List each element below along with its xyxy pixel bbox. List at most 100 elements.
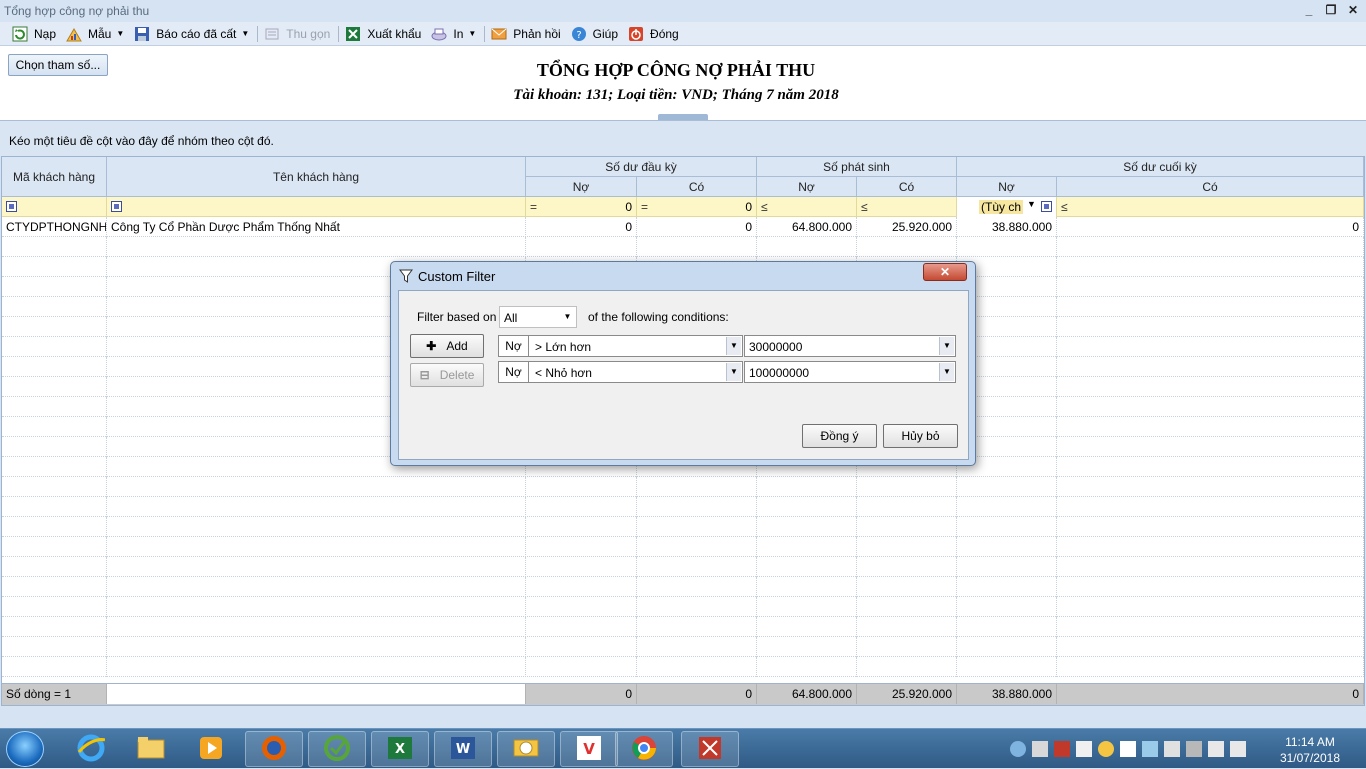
close-button[interactable]: Đóng — [628, 24, 679, 44]
empty-cell — [2, 537, 107, 557]
condition-2-operator-select[interactable]: Nợ < Nhỏ hơn ▼ — [498, 361, 743, 383]
filter-cell-movement-credit[interactable]: ≤ — [857, 197, 957, 217]
empty-cell — [1057, 577, 1364, 597]
filter-based-label: Filter based on — [417, 310, 497, 324]
taskbar-firefox[interactable] — [245, 731, 303, 767]
feedback-button[interactable]: Phản hồi — [491, 24, 561, 44]
empty-cell — [2, 277, 107, 297]
filter-cell-opening-credit[interactable]: = 0 — [637, 197, 757, 217]
minimize-icon[interactable]: _ — [1302, 3, 1316, 17]
empty-table-row — [2, 617, 1364, 637]
usb-icon[interactable] — [1186, 741, 1202, 757]
empty-cell — [107, 537, 526, 557]
table-row[interactable]: CTYDPTHONGNH Công Ty Cổ Phần Dược Phẩm T… — [2, 217, 1364, 237]
toolbar-separator — [338, 25, 340, 42]
help-button[interactable]: ? Giúp — [571, 24, 618, 44]
ok-button[interactable]: Đồng ý — [802, 424, 877, 448]
collapse-icon — [264, 26, 280, 42]
group-by-hint: Kéo một tiêu đề cột vào đây để nhóm theo… — [9, 134, 274, 148]
lock-icon[interactable] — [1032, 741, 1048, 757]
dialog-close-button[interactable]: ✕ — [923, 263, 967, 281]
taskbar-chrome[interactable] — [615, 731, 673, 767]
taskbar-app-green[interactable] — [308, 731, 366, 767]
empty-cell — [107, 497, 526, 517]
network-tray-icon[interactable] — [1142, 741, 1158, 757]
taskbar-word[interactable]: W — [434, 731, 492, 767]
col-header-closing-credit[interactable]: Có — [1057, 177, 1364, 197]
template-button[interactable]: Mẫu ▼ — [66, 24, 124, 44]
cloud-upload-icon[interactable] — [1010, 741, 1026, 757]
chat-tray-icon[interactable] — [1098, 741, 1114, 757]
taskbar-excel[interactable]: X — [371, 731, 429, 767]
filter-cell-name[interactable] — [107, 197, 526, 217]
vnc-tray-icon[interactable] — [1120, 741, 1136, 757]
empty-cell — [2, 557, 107, 577]
taskbar-explorer[interactable] — [122, 731, 180, 767]
volume-icon[interactable] — [1230, 741, 1246, 757]
empty-cell — [526, 517, 637, 537]
start-button[interactable] — [6, 731, 44, 767]
col-header-customer-name[interactable]: Tên khách hàng — [107, 157, 526, 197]
condition-1-operator-select[interactable]: Nợ > Lớn hơn ▼ — [498, 335, 743, 357]
empty-cell — [1057, 237, 1364, 257]
filter-checkbox-icon — [6, 201, 17, 212]
filter-cell-opening-debit[interactable]: = 0 — [526, 197, 637, 217]
empty-cell — [107, 477, 526, 497]
chevron-down-icon: ▼ — [116, 29, 125, 38]
taskbar-misa[interactable] — [681, 731, 739, 767]
filter-cell-closing-debit[interactable]: (Tùy ch ▼ — [957, 197, 1057, 217]
svg-text:?: ? — [576, 30, 581, 41]
reload-button[interactable]: Nạp — [12, 24, 56, 44]
empty-table-row — [2, 597, 1364, 617]
report-subtitle: Tài khoản: 131; Loại tiền: VND; Tháng 7 … — [513, 87, 839, 103]
empty-cell — [857, 597, 957, 617]
collapse-button[interactable]: Thu gọn — [264, 24, 330, 44]
chevron-down-icon: ▼ — [939, 363, 954, 381]
print-button[interactable]: In ▼ — [431, 24, 476, 44]
col-header-closing-debit[interactable]: Nợ — [957, 177, 1057, 197]
saved-reports-button[interactable]: Báo cáo đã cất ▼ — [134, 24, 249, 44]
col-header-customer-code[interactable]: Mã khách hàng — [2, 157, 107, 197]
filter-based-select[interactable]: All ▼ — [499, 306, 577, 328]
condition-2-value-input[interactable]: 100000000 ▼ — [744, 361, 956, 383]
condition-1-operator: > Lớn hơn — [535, 340, 592, 354]
col-header-opening-credit[interactable]: Có — [637, 177, 757, 197]
taskbar-clock[interactable]: 11:14 AM 31/07/2018 — [1280, 734, 1340, 766]
signal-icon[interactable] — [1208, 741, 1224, 757]
taskbar-ie[interactable] — [62, 731, 120, 767]
filter-cell-movement-debit[interactable]: ≤ — [757, 197, 857, 217]
cancel-button[interactable]: Hủy bỏ — [883, 424, 958, 448]
delete-condition-button[interactable]: ⊟ Delete — [410, 363, 484, 387]
empty-cell — [2, 477, 107, 497]
explorer-icon — [137, 736, 165, 763]
condition-1-value-input[interactable]: 30000000 ▼ — [744, 335, 956, 357]
chevron-down-icon: ▼ — [939, 337, 954, 355]
total-opening-debit: 0 — [526, 684, 637, 704]
group-by-panel[interactable]: Kéo một tiêu đề cột vào đây để nhóm theo… — [0, 120, 1366, 156]
mail-tray-icon[interactable] — [1076, 741, 1092, 757]
add-condition-button[interactable]: ✚ Add — [410, 334, 484, 358]
empty-cell — [526, 597, 637, 617]
condition-2-operator: < Nhỏ hơn — [535, 366, 592, 380]
total-opening-credit: 0 — [637, 684, 757, 704]
col-header-movement-credit[interactable]: Có — [857, 177, 957, 197]
col-header-movement-debit[interactable]: Nợ — [757, 177, 857, 197]
mail-icon — [491, 26, 507, 42]
restore-icon[interactable]: ❐ — [1324, 3, 1338, 17]
taskbar-outlook[interactable] — [497, 731, 555, 767]
clear-filter-icon[interactable] — [1041, 201, 1052, 212]
filter-cell-code[interactable] — [2, 197, 107, 217]
empty-table-row — [2, 657, 1364, 677]
empty-cell — [1057, 597, 1364, 617]
taskbar-media-player[interactable] — [182, 731, 240, 767]
empty-cell — [637, 537, 757, 557]
chevron-down-icon[interactable]: ▼ — [1027, 199, 1036, 209]
app-tray-icon[interactable] — [1054, 741, 1070, 757]
empty-cell — [1057, 517, 1364, 537]
col-header-opening-debit[interactable]: Nợ — [526, 177, 637, 197]
close-icon[interactable]: ✕ — [1346, 3, 1360, 17]
flag-icon[interactable] — [1164, 741, 1180, 757]
taskbar-vnc[interactable]: V — [560, 731, 618, 767]
filter-cell-closing-credit[interactable]: ≤ — [1057, 197, 1364, 217]
export-button[interactable]: Xuất khẩu — [345, 24, 421, 44]
